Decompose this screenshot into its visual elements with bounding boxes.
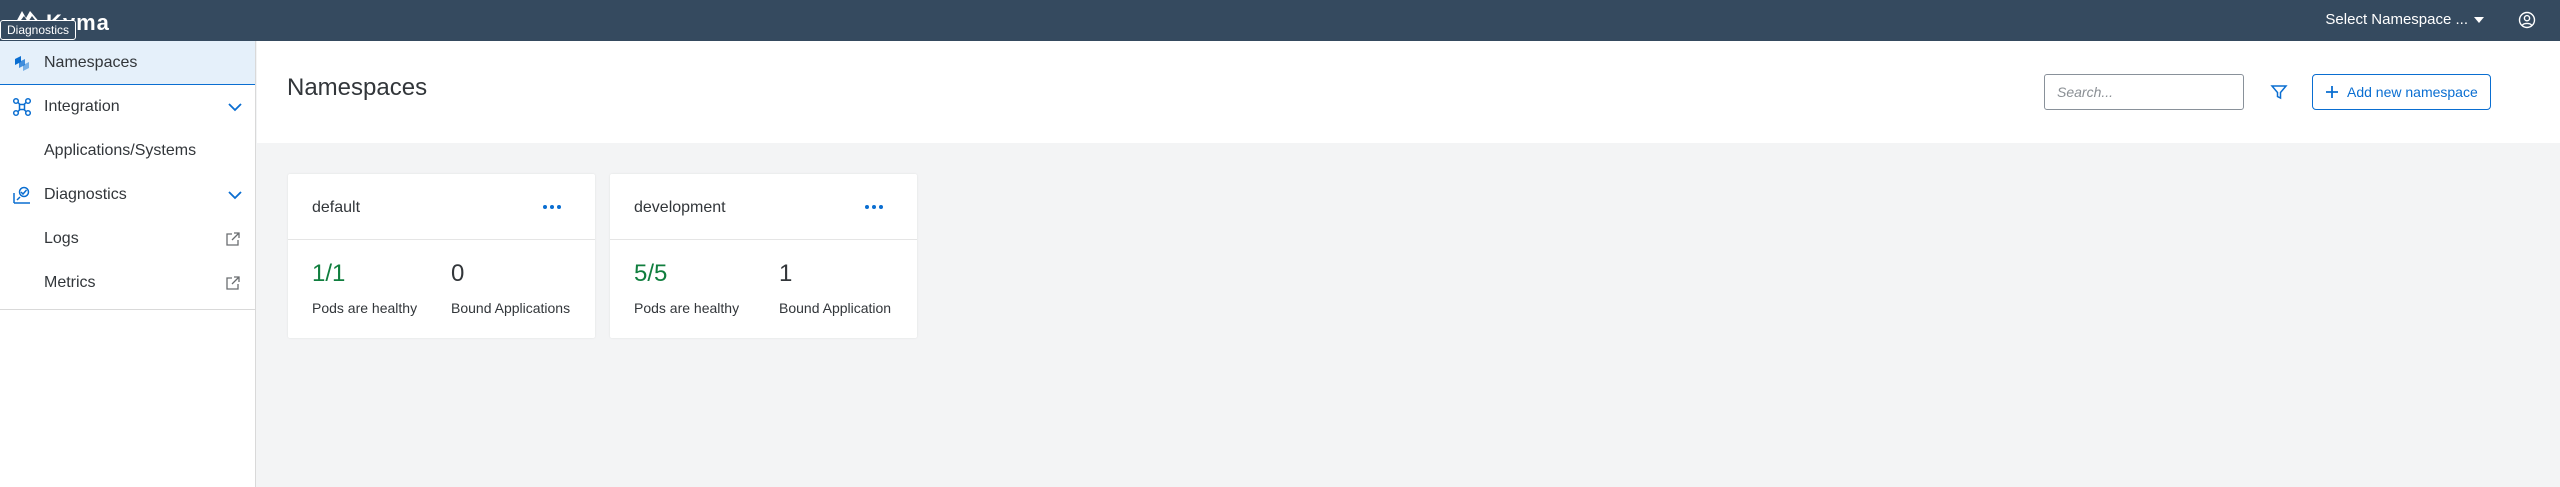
sidebar-item-label: Applications/Systems — [44, 142, 197, 159]
card-divider — [288, 239, 595, 240]
integration-icon — [12, 97, 32, 117]
pods-value: 5/5 — [634, 260, 668, 287]
sidebar-item-label: Logs — [44, 230, 79, 247]
filter-icon[interactable] — [2269, 82, 2289, 102]
namespace-card-default[interactable]: default 1/1 Pods are healthy 0 Bound App… — [288, 174, 595, 338]
search-input[interactable] — [2044, 74, 2244, 110]
namespace-name[interactable]: default — [312, 199, 360, 217]
tooltip: Diagnostics — [0, 20, 77, 40]
sidebar-item-logs[interactable]: Logs — [0, 217, 255, 261]
pods-stat: 1/1 Pods are healthy — [312, 260, 417, 316]
pods-label: Pods are healthy — [634, 300, 740, 316]
diagnostics-icon — [13, 186, 30, 204]
external-link-icon — [226, 232, 240, 246]
sidebar-item-namespaces[interactable]: Namespaces — [0, 41, 255, 85]
applications-value: 1 — [779, 260, 793, 287]
sidebar-item-metrics[interactable]: Metrics — [0, 261, 255, 305]
pods-stat: 5/5 Pods are healthy — [634, 260, 739, 316]
pods-label: Pods are healthy — [312, 300, 418, 316]
namespaces-icon — [15, 56, 29, 71]
applications-label: Bound Applications — [451, 300, 571, 316]
applications-value: 0 — [451, 260, 465, 287]
sidebar-divider — [0, 309, 255, 310]
card-divider — [610, 239, 917, 240]
pods-value: 1/1 — [312, 260, 346, 287]
namespace-card-development[interactable]: development 5/5 Pods are healthy 1 Bound… — [610, 174, 917, 338]
sidebar: Namespaces Integration Applications/Syst… — [0, 41, 256, 487]
external-link-icon — [226, 276, 240, 290]
shell-bar: Kyma Diagnostics Select Namespace ... — [0, 0, 2560, 41]
sidebar-item-integration[interactable]: Integration — [0, 85, 255, 129]
add-namespace-label: Add new namespace — [2347, 84, 2478, 100]
chevron-down-icon[interactable] — [227, 99, 243, 115]
sidebar-item-diagnostics[interactable]: Diagnostics — [0, 173, 255, 217]
sidebar-item-applications-systems[interactable]: Applications/Systems — [0, 129, 255, 173]
caret-down-icon — [2474, 16, 2484, 23]
namespace-name[interactable]: development — [634, 199, 726, 217]
applications-label: Bound Application — [779, 300, 892, 316]
more-options-icon[interactable] — [543, 202, 563, 212]
user-icon[interactable] — [2518, 11, 2536, 29]
namespace-select-label: Select Namespace ... — [2325, 11, 2468, 28]
sidebar-item-label: Diagnostics — [44, 186, 127, 203]
sidebar-item-label: Metrics — [44, 274, 96, 291]
sidebar-item-label: Namespaces — [44, 53, 138, 71]
sidebar-item-label: Integration — [44, 98, 120, 115]
page-title: Namespaces — [287, 74, 428, 101]
chevron-down-icon[interactable] — [227, 187, 243, 203]
add-namespace-button[interactable]: Add new namespace — [2312, 74, 2491, 110]
applications-stat: 0 Bound Applications — [451, 260, 570, 316]
more-options-icon[interactable] — [865, 202, 885, 212]
namespace-select[interactable]: Select Namespace ... — [2325, 11, 2484, 28]
applications-stat: 1 Bound Application — [779, 260, 891, 316]
plus-icon — [2326, 86, 2338, 98]
page-header: Namespaces Add new namespace — [257, 41, 2560, 143]
